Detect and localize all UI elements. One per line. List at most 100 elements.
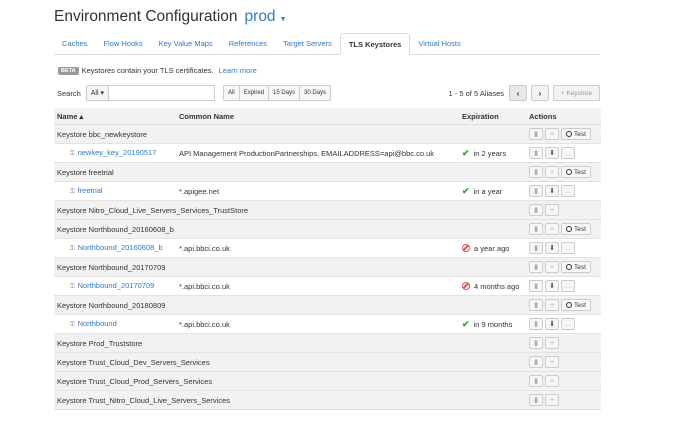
delete-icon[interactable]: ▮	[529, 242, 543, 254]
delete-icon[interactable]: ▮	[529, 147, 543, 159]
alias-row: ⚿ Northbound *.api.bbci.co.uk ✔ in 9 months ▮…	[54, 315, 601, 334]
check-icon: ✔	[462, 147, 470, 158]
download-icon[interactable]: ⬇	[545, 318, 559, 330]
test-button[interactable]: Test	[561, 261, 591, 273]
expired-icon	[462, 244, 470, 252]
add-keystore-button[interactable]: + Keystore	[553, 85, 600, 101]
delete-icon[interactable]: ▮	[529, 356, 543, 368]
more-button[interactable]: ...	[561, 147, 575, 159]
keystore-row: Keystore freetrial ▮ + Test	[54, 163, 601, 182]
alias-name-link[interactable]: ⚿ Northbound	[70, 319, 117, 329]
expiration-text: 4 months ago	[474, 281, 520, 291]
alias-name-link[interactable]: ⚿ newkey_key_20190517	[70, 148, 156, 158]
row-actions: ▮ + Test	[529, 128, 593, 140]
download-icon[interactable]: ⬇	[545, 280, 559, 292]
more-button[interactable]: ...	[561, 185, 575, 197]
tab-target-servers[interactable]: Target Servers	[275, 33, 340, 55]
alias-name-link[interactable]: ⚿ Northbound_20160608_b	[70, 243, 163, 253]
add-alias-button[interactable]: +	[545, 337, 559, 349]
add-alias-button[interactable]: +	[545, 166, 559, 178]
config-tabs: Caches Flow Hooks Key Value Maps References…	[54, 33, 600, 55]
alias-row: ⚿ Northbound_20170709 *.api.bbci.co.uk 4 mo…	[54, 277, 601, 296]
delete-icon[interactable]: ▮	[529, 375, 543, 387]
environment-selector[interactable]: prod	[245, 8, 276, 26]
delete-icon[interactable]: ▮	[529, 223, 543, 235]
tab-key-value-maps[interactable]: Key Value Maps	[151, 33, 221, 55]
info-notice: BETA Keystores contain your TLS certific…	[58, 66, 257, 75]
keystore-name: Keystore Northbound_20160608_b	[57, 225, 174, 234]
test-button[interactable]: Test	[561, 166, 591, 178]
tab-virtual-hosts[interactable]: Virtual Hosts	[410, 33, 468, 55]
chevron-down-icon[interactable]: ▼	[280, 16, 287, 23]
filter-all-button[interactable]: All	[223, 85, 240, 101]
more-button[interactable]: ...	[561, 280, 575, 292]
row-name-text: Keystore Prod_Truststore	[57, 338, 143, 348]
test-label: Test	[574, 168, 586, 176]
key-icon: ⚿	[70, 322, 75, 328]
keystore-name: Keystore bbc_newkeystore	[57, 130, 147, 139]
download-icon[interactable]: ⬇	[545, 185, 559, 197]
expiration: ✔ in 2 years	[462, 148, 506, 159]
add-alias-button[interactable]: +	[545, 394, 559, 406]
common-name: *.api.bbci.co.uk	[179, 281, 230, 291]
next-page-button[interactable]: ›	[531, 85, 549, 101]
row-actions: ▮ ⬇...	[529, 280, 577, 292]
delete-icon[interactable]: ▮	[529, 318, 543, 330]
delete-icon[interactable]: ▮	[529, 204, 543, 216]
alias-name-link[interactable]: ⚿ freetrial	[70, 186, 103, 196]
filter-15-days-button[interactable]: 15 Days	[268, 85, 301, 101]
filter-30-days-button[interactable]: 30 Days	[299, 85, 332, 101]
add-alias-button[interactable]: +	[545, 375, 559, 387]
tab-flow-hooks[interactable]: Flow Hooks	[95, 33, 150, 55]
tab-references[interactable]: References	[221, 33, 275, 55]
keystore-name: Keystore Prod_Truststore	[57, 339, 142, 348]
row-name-text: Keystore Trust_Nitro_Cloud_Live_Servers_…	[57, 395, 230, 405]
add-alias-button[interactable]: +	[545, 356, 559, 368]
row-actions: ▮ ⬇...	[529, 147, 577, 159]
more-button[interactable]: ...	[561, 318, 575, 330]
expiration: ✔ in 9 months	[462, 319, 512, 330]
keystore-name: Keystore Trust_Cloud_Dev_Servers_Service…	[57, 358, 210, 367]
tab-tls-keystores[interactable]: TLS Keystores	[339, 33, 411, 55]
delete-icon[interactable]: ▮	[529, 394, 543, 406]
clock-icon	[566, 131, 573, 137]
tab-caches[interactable]: Caches	[54, 33, 95, 55]
delete-icon[interactable]: ▮	[529, 337, 543, 349]
row-actions: ▮ ⬇...	[529, 318, 577, 330]
common-name: API Management ProductionPartnerships, E…	[179, 148, 435, 158]
test-button[interactable]: Test	[561, 128, 591, 140]
key-icon: ⚿	[70, 246, 75, 252]
delete-icon[interactable]: ▮	[529, 261, 543, 273]
search-scope-select[interactable]: All ▾	[85, 85, 110, 101]
test-button[interactable]: Test	[561, 299, 591, 311]
name-column-header[interactable]: Name ▴	[57, 112, 83, 121]
test-button[interactable]: Test	[561, 223, 591, 235]
download-icon[interactable]: ⬇	[545, 242, 559, 254]
prev-page-button[interactable]: ‹	[509, 85, 527, 101]
delete-icon[interactable]: ▮	[529, 185, 543, 197]
row-name-text: Keystore Trust_Cloud_Prod_Servers_Servic…	[57, 376, 213, 386]
delete-icon[interactable]: ▮	[529, 128, 543, 140]
row-name-text: Keystore freetrial	[57, 167, 114, 177]
filter-expired-button[interactable]: Expired	[238, 85, 270, 101]
add-alias-button[interactable]: +	[545, 204, 559, 216]
delete-icon[interactable]: ▮	[529, 280, 543, 292]
download-icon[interactable]: ⬇	[545, 147, 559, 159]
learn-more-link[interactable]: Learn more	[219, 66, 257, 75]
add-alias-button[interactable]: +	[545, 223, 559, 235]
delete-icon[interactable]: ▮	[529, 166, 543, 178]
common-name: *.api.bbci.co.uk	[179, 243, 230, 253]
more-button[interactable]: ...	[561, 242, 575, 254]
row-name-text: newkey_key_20190517	[77, 148, 157, 157]
delete-icon[interactable]: ▮	[529, 299, 543, 311]
add-alias-button[interactable]: +	[545, 261, 559, 273]
keystore-name: Keystore Nitro_Cloud_Live_Servers_Servic…	[57, 206, 248, 215]
beta-badge: BETA	[58, 66, 79, 75]
keystore-name: Keystore Trust_Nitro_Cloud_Live_Servers_…	[57, 396, 230, 405]
search-input[interactable]	[109, 85, 216, 101]
add-alias-button[interactable]: +	[545, 299, 559, 311]
add-alias-button[interactable]: +	[545, 128, 559, 140]
alias-name-link[interactable]: ⚿ Northbound_20170709	[70, 281, 154, 291]
keystore-name: Keystore Trust_Cloud_Prod_Servers_Servic…	[57, 377, 212, 386]
row-actions: ▮ ⬇...	[529, 242, 577, 254]
